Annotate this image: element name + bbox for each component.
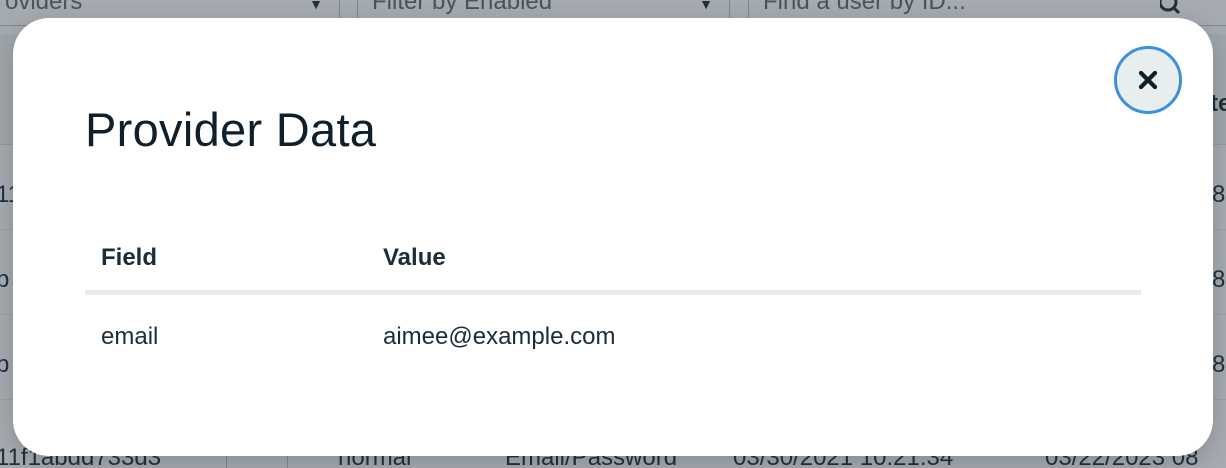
table-header-row: Field Value (85, 226, 1141, 295)
modal-title: Provider Data (85, 103, 377, 156)
value-column-header: Value (367, 226, 1141, 295)
provider-data-table: Field Value email aimee@example.com (85, 226, 1141, 379)
close-icon (1138, 70, 1158, 90)
table-row: email aimee@example.com (85, 293, 1141, 380)
close-button[interactable] (1114, 46, 1182, 114)
provider-data-modal: Provider Data Field Value email aimee@ex… (13, 18, 1213, 456)
field-cell: email (101, 323, 159, 350)
value-cell: aimee@example.com (383, 323, 616, 350)
field-column-header: Field (85, 226, 367, 295)
